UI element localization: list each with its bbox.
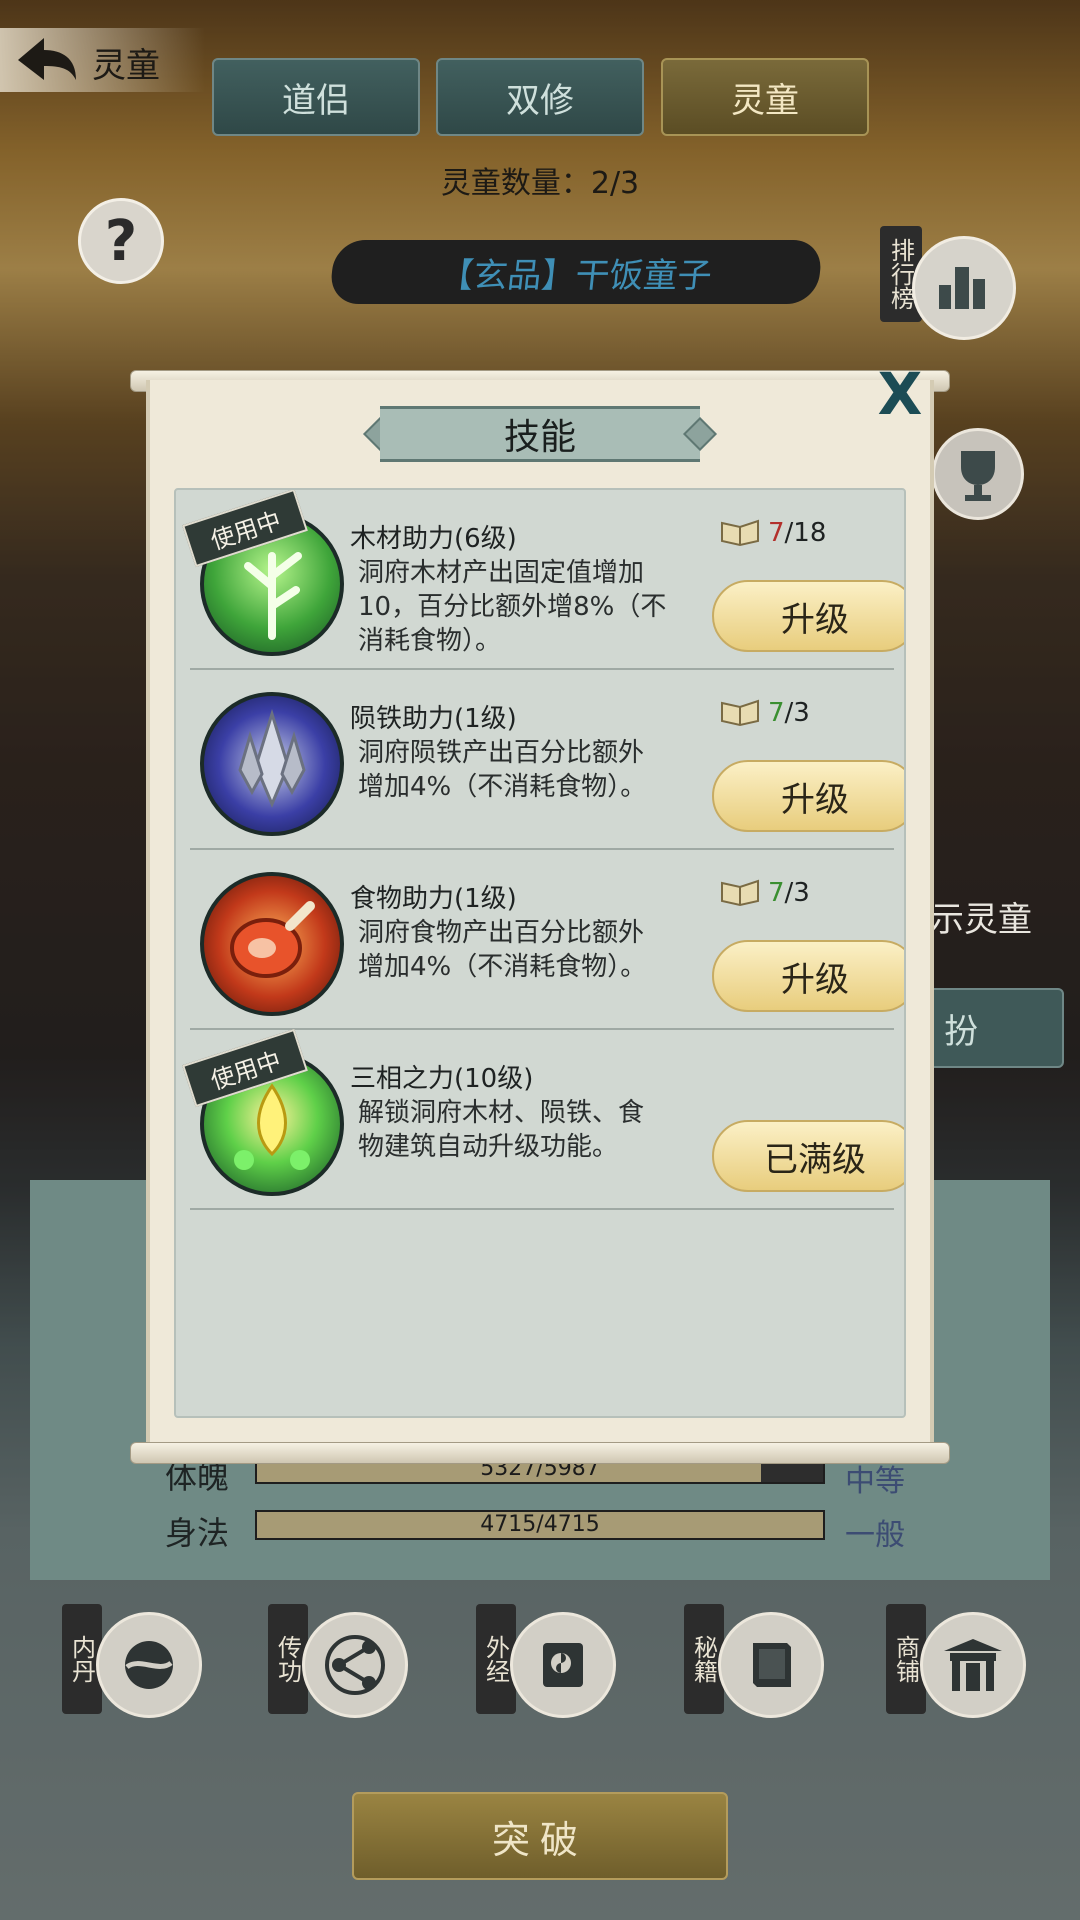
stat-grade-shenfa: 一般 (845, 1518, 905, 1553)
skill-description: 洞府木材产出固定值增加10，百分比额外增8%（不消耗食物）。 (358, 558, 667, 656)
show-spirit-text[interactable]: 示灵童 (930, 892, 1032, 941)
tab-shuangxiu[interactable]: 双修 (436, 58, 644, 136)
modal-title-wrap: 技能 (363, 406, 717, 462)
trophy-button[interactable] (932, 428, 1024, 520)
skill-cost: 7/18 (720, 518, 826, 548)
leaderboard-icon (939, 267, 985, 309)
max-level-button[interactable]: 已满级 (712, 1120, 904, 1192)
chuangong-button[interactable] (302, 1612, 408, 1718)
skill-cost: 7/3 (720, 698, 810, 728)
cost-need: /3 (784, 698, 810, 728)
cost-need: /3 (784, 878, 810, 908)
food-skill-icon (200, 872, 344, 1016)
skill-list[interactable]: 使用中 木材助力(6级) 洞府木材产出固定值增加10，百分比额外增8%（不消耗食… (174, 488, 906, 1418)
page-title: 灵童 (92, 46, 160, 86)
skill-description: 解锁洞府木材、陨铁、食物建筑自动升级功能。 (358, 1098, 645, 1162)
trophy-icon (961, 451, 995, 501)
skill-row: 使用中 三相之力(10级) 解锁洞府木材、陨铁、食物建筑自动升级功能。 已满级 (182, 1028, 904, 1210)
leaderboard-button[interactable] (912, 236, 1016, 340)
stat-bar-shenfa: 4715/4715 (255, 1510, 825, 1540)
upgrade-button[interactable]: 升级 (712, 580, 904, 652)
stat-label-shenfa: 身法 (165, 1514, 230, 1552)
tab-daolv[interactable]: 道侣 (212, 58, 420, 136)
waijing-button[interactable] (510, 1612, 616, 1718)
pill-icon (125, 1641, 173, 1689)
miji-button[interactable] (718, 1612, 824, 1718)
dress-button[interactable]: 扮 (928, 988, 1064, 1068)
meteorite-skill-icon (200, 692, 344, 836)
shop-button[interactable] (920, 1612, 1026, 1718)
skill-book-icon (721, 519, 759, 547)
scroll-icon (543, 1643, 583, 1687)
skill-description: 洞府陨铁产出百分比额外增加4%（不消耗食物）。 (358, 738, 647, 802)
spirit-name: 【玄品】干饭童子 (437, 255, 714, 296)
spirit-count: 灵童数量：2/3 (440, 166, 640, 201)
skill-name: 陨铁助力(1级) (350, 704, 517, 734)
book-icon (753, 1643, 791, 1687)
close-button[interactable]: X (872, 365, 928, 423)
back-arrow-icon[interactable] (14, 34, 80, 86)
stat-value-shenfa: 4715/4715 (480, 1512, 600, 1537)
skill-name: 食物助力(1级) (350, 884, 517, 914)
scroll-bottom-rod (130, 1442, 950, 1464)
modal-title: 技能 (380, 406, 700, 462)
shop-gate-icon (944, 1639, 1002, 1691)
skill-cost: 7/3 (720, 878, 810, 908)
skill-description: 洞府食物产出百分比额外增加4%（不消耗食物）。 (358, 918, 647, 982)
skill-name: 三相之力(10级) (350, 1064, 534, 1094)
skill-book-icon (721, 699, 759, 727)
skill-book-icon (721, 879, 759, 907)
cost-need: /18 (784, 518, 827, 548)
cost-have: 7 (768, 878, 785, 908)
skill-name: 木材助力(6级) (350, 524, 517, 554)
help-icon: ? (104, 208, 138, 274)
skill-row: 使用中 木材助力(6级) 洞府木材产出固定值增加10，百分比额外增8%（不消耗食… (182, 490, 904, 670)
spirit-name-banner: 【玄品】干饭童子 (328, 240, 824, 304)
cost-have: 7 (768, 518, 785, 548)
upgrade-button[interactable]: 升级 (712, 760, 904, 832)
share-icon (325, 1635, 385, 1695)
skill-row: 陨铁助力(1级) 洞府陨铁产出百分比额外增加4%（不消耗食物）。 7/3 升级 (190, 670, 904, 850)
neidan-button[interactable] (96, 1612, 202, 1718)
skill-row: 食物助力(1级) 洞府食物产出百分比额外增加4%（不消耗食物）。 7/3 升级 (190, 850, 904, 1030)
tab-lingtong[interactable]: 灵童 (661, 58, 869, 136)
upgrade-button[interactable]: 升级 (712, 940, 904, 1012)
cost-have: 7 (768, 698, 785, 728)
breakthrough-button[interactable]: 突破 (352, 1792, 728, 1880)
help-button[interactable]: ? (78, 198, 164, 284)
